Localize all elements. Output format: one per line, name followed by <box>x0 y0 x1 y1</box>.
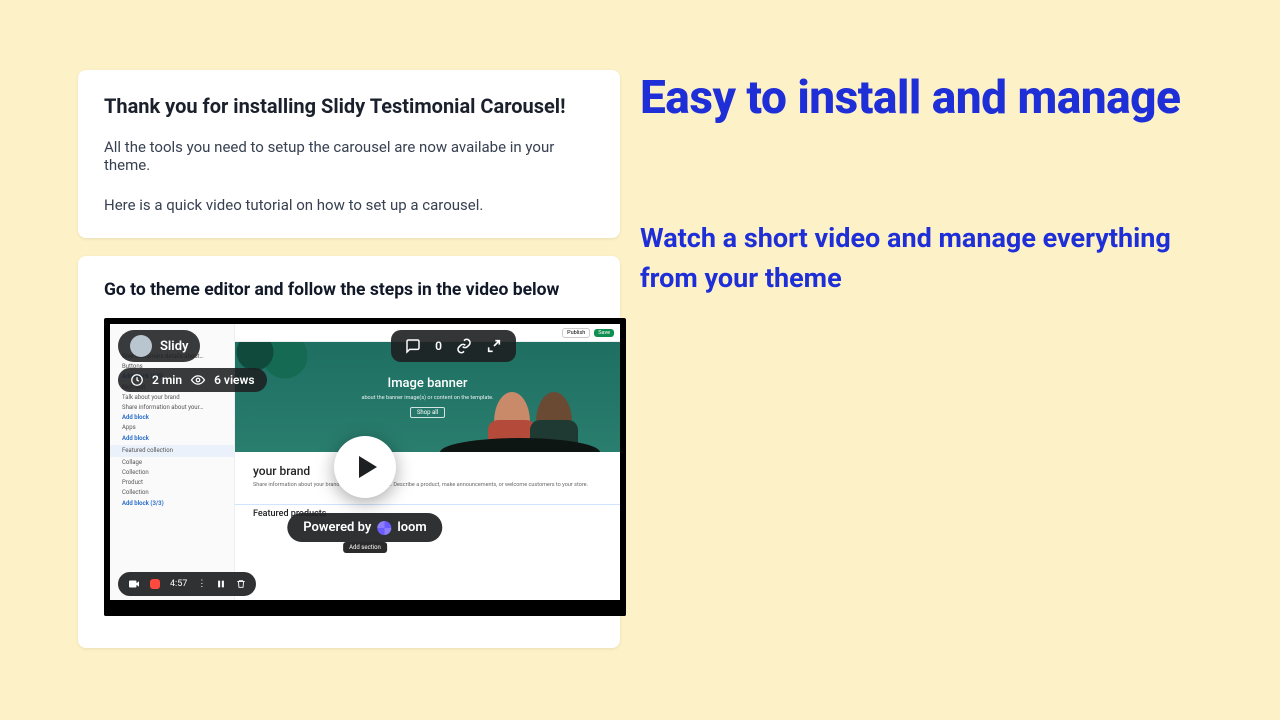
loom-video[interactable]: Give customers details about… Buttons Ad… <box>104 318 626 616</box>
sidebar-item: Apps <box>122 423 230 433</box>
sidebar-item: Talk about your brand <box>122 393 230 403</box>
thanks-title: Thank you for installing Slidy Testimoni… <box>104 94 594 118</box>
brand-title: your brand <box>253 464 602 478</box>
video-card: Go to theme editor and follow the steps … <box>78 256 620 648</box>
sidebar-item: Collection <box>122 488 230 498</box>
link-icon[interactable] <box>456 338 472 354</box>
clock-icon <box>130 373 144 387</box>
presenter-avatar <box>130 335 152 357</box>
save-button: Save <box>594 329 614 337</box>
comment-icon[interactable] <box>405 338 421 354</box>
sidebar-item: Collage <box>122 458 230 468</box>
promo-panel: Easy to install and manage Watch a short… <box>620 0 1280 720</box>
theme-editor-main: Publish Save Image banner about the bann… <box>235 324 620 600</box>
thank-you-card: Thank you for installing Slidy Testimoni… <box>78 70 620 238</box>
brand-section: your brand Share information about your … <box>235 452 620 498</box>
powered-by-prefix: Powered by <box>303 520 371 535</box>
theme-editor-sidebar: Give customers details about… Buttons Ad… <box>110 324 235 600</box>
sidebar-item: Share information about your… <box>122 403 230 413</box>
sidebar-item: Product <box>122 478 230 488</box>
video-bottom-bar <box>104 600 626 616</box>
sidebar-item: Add block (3/3) <box>122 499 230 509</box>
shop-all-button: Shop all <box>410 407 445 418</box>
loom-logo-icon <box>377 521 391 535</box>
loom-title-pill[interactable]: Slidy <box>118 330 200 362</box>
sidebar-item: Featured collection <box>110 445 234 457</box>
thanks-line-2: Here is a quick video tutorial on how to… <box>104 196 594 214</box>
banner-title: Image banner <box>388 376 468 391</box>
loom-record-strip[interactable]: 4:57 ⋮ <box>118 572 256 596</box>
play-button[interactable] <box>334 436 396 498</box>
powered-by-brand: loom <box>397 520 426 535</box>
powered-by-pill[interactable]: Powered by loom <box>287 513 442 542</box>
trash-icon[interactable] <box>236 579 246 589</box>
loom-control-bar[interactable]: 0 <box>391 330 516 362</box>
promo-subtext: Watch a short video and manage everythin… <box>640 218 1220 299</box>
record-indicator-icon <box>150 579 160 589</box>
rec-time: 4:57 <box>170 579 187 589</box>
thanks-line-1: All the tools you need to setup the caro… <box>104 138 594 174</box>
sidebar-item: Add block <box>122 413 230 423</box>
add-section-pill: Add section <box>343 542 387 553</box>
publish-button: Publish <box>562 328 590 338</box>
promo-headline: Easy to install and manage <box>640 70 1220 128</box>
loom-duration: 2 min <box>152 373 182 387</box>
expand-icon[interactable] <box>486 338 502 354</box>
pause-icon[interactable] <box>216 579 226 589</box>
video-section-title: Go to theme editor and follow the steps … <box>104 280 594 300</box>
banner-subtext: about the banner image(s) or content on … <box>361 395 493 401</box>
camera-icon <box>128 578 140 590</box>
loom-stats-pill[interactable]: 2 min 6 views <box>118 368 267 392</box>
eye-icon <box>190 373 206 387</box>
loom-video-title: Slidy <box>160 339 188 354</box>
sidebar-item: Add block <box>122 434 230 444</box>
divider-icon: ⋮ <box>197 579 206 589</box>
sidebar-item: Collection <box>122 468 230 478</box>
comment-count: 0 <box>435 339 442 353</box>
brand-subtext: Share information about your brand with … <box>253 482 602 490</box>
loom-views: 6 views <box>214 373 254 387</box>
